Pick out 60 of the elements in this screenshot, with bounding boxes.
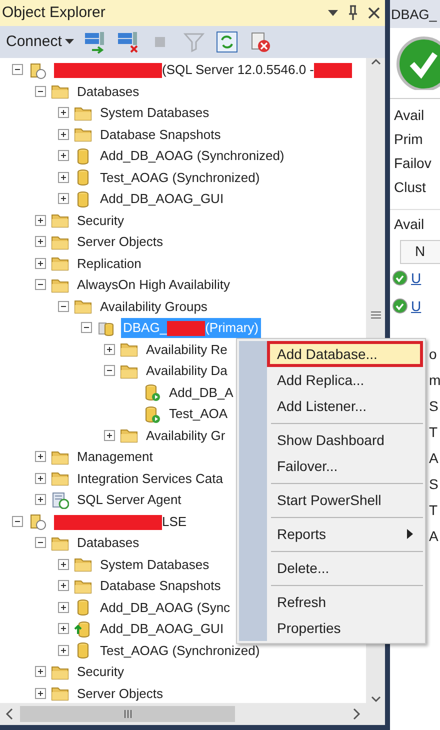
menu-item[interactable]: Properties	[267, 615, 423, 641]
tree-item-label[interactable]: Database Snapshots	[98, 124, 223, 144]
tree-item-label[interactable]: System Databases	[98, 103, 212, 122]
menu-item[interactable]: Show Dashboard	[267, 427, 423, 453]
tree-item-label[interactable]: (SQL Server 12.0.5546.0 -	[162, 62, 314, 77]
tree-item-label[interactable]: Add_DB_AOAG_GUI	[98, 189, 226, 208]
tree-item-label[interactable]: Add_DB_AOAG_GUI	[98, 619, 226, 638]
menu-item[interactable]: Failover...	[267, 453, 423, 479]
property-label: Avail	[393, 106, 426, 125]
tree-item-label[interactable]: SQL Server Agent	[75, 490, 184, 510]
replica-link[interactable]: U	[411, 268, 422, 288]
menu-item[interactable]: Start PowerShell	[267, 487, 423, 513]
tree-item-label[interactable]: Add_DB_AOAG (Sync	[98, 598, 232, 617]
section-label: Avail	[393, 215, 426, 234]
tree-item-label[interactable]: Management	[75, 447, 155, 466]
text-fragment: S	[429, 475, 440, 494]
property-label: Failov	[393, 154, 432, 173]
replica-link[interactable]: U	[411, 296, 422, 316]
tree-item-label[interactable]: Test_AOA	[167, 404, 230, 424]
tree-item-label[interactable]: Add_DB_A	[167, 382, 236, 402]
tree-item-label[interactable]: Database Snapshots	[98, 576, 223, 596]
tree-item-label[interactable]: LSE	[162, 514, 187, 528]
connect-button[interactable]: Connect	[6, 30, 74, 54]
tree-item-label[interactable]: AlwaysOn High Availability	[75, 275, 232, 294]
document-tab[interactable]: DBAG_	[390, 0, 440, 28]
property-label: Clust	[393, 178, 427, 197]
panel-title: Object Explorer	[2, 2, 106, 23]
tree-item-label[interactable]: Server Objects	[75, 684, 165, 703]
tree-item-label[interactable]: Databases	[75, 533, 142, 552]
menu-item[interactable]: Refresh	[267, 589, 423, 615]
column-header: N	[400, 240, 440, 264]
text-fragment: A	[429, 527, 440, 546]
tree-item-label[interactable]: Test_AOAG (Synchronized)	[98, 640, 262, 660]
tree-item-label[interactable]: Availability Gr	[144, 426, 228, 445]
tree-item-label[interactable]: Replication	[75, 254, 144, 273]
tree-item-label[interactable]: Add_DB_AOAG (Synchronized)	[98, 146, 286, 166]
menu-item[interactable]: Add Replica...	[267, 367, 423, 393]
tree-item-label[interactable]: Availability Groups	[98, 296, 210, 316]
text-fragment: S	[429, 397, 440, 416]
property-label: Prim	[393, 130, 424, 149]
tree-item-label[interactable]: Server Objects	[75, 232, 165, 252]
tree-item-label[interactable]: Databases	[75, 82, 142, 101]
tree-item-label[interactable]: Security	[75, 662, 126, 682]
menu-item[interactable]: Reports	[267, 521, 423, 547]
tree-item-label[interactable]: System Databases	[98, 554, 212, 574]
text-fragment: m	[429, 371, 440, 390]
text-fragment: o	[429, 345, 438, 364]
tree-item-label[interactable]: Security	[75, 210, 126, 230]
tree-item[interactable]: (SQL Server 12.0.5546.0 -	[52, 60, 354, 80]
tree-item-label[interactable]: Test_AOAG (Synchronized)	[98, 168, 262, 187]
tree-item-label[interactable]: Integration Services Cata	[75, 468, 225, 488]
menu-item[interactable]: Delete...	[267, 555, 423, 581]
tree-item-label[interactable]: Availability Da	[144, 361, 230, 380]
text-fragment: T	[429, 501, 439, 520]
text-fragment: T	[429, 423, 439, 442]
menu-item[interactable]: Add Database...	[267, 341, 423, 367]
tree-item-label[interactable]: Availability Re	[144, 340, 230, 359]
text-fragment: A	[429, 449, 440, 468]
tree-item[interactable]: LSE	[52, 512, 189, 531]
menu-item[interactable]: Add Listener...	[267, 393, 423, 419]
